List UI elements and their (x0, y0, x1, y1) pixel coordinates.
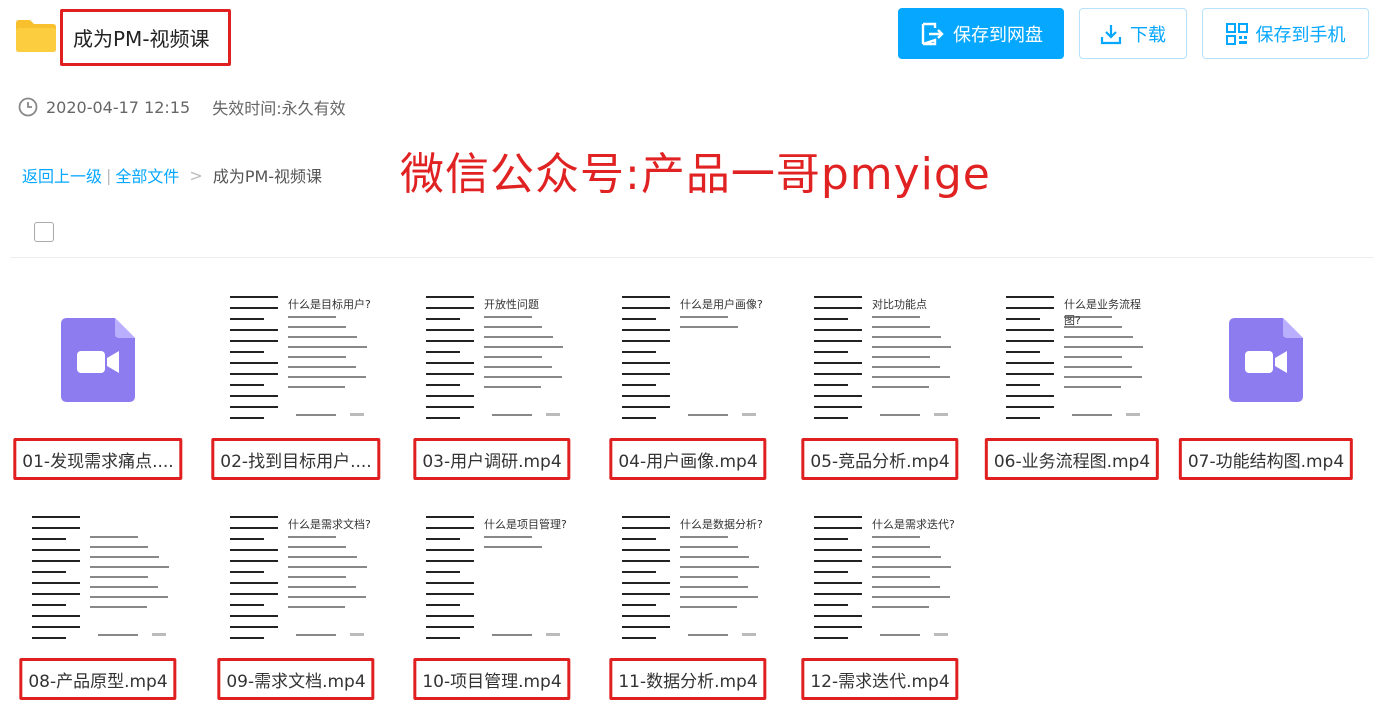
thumbnail-title: 什么是需求迭代? (872, 518, 955, 531)
breadcrumb-arrow: > (189, 165, 203, 185)
file-item[interactable]: 什么是需求文档? 09-需求文档.mp4 (206, 510, 386, 702)
select-all-checkbox[interactable] (34, 222, 54, 242)
file-item[interactable]: 开放性问题 03-用户调研.mp4 (402, 290, 582, 482)
file-name[interactable]: 01-发现需求痛点.... (13, 438, 183, 480)
clock-icon (18, 97, 38, 117)
file-item[interactable]: 什么是用户画像? 04-用户画像.mp4 (598, 290, 778, 482)
breadcrumb-current: 成为PM-视频课 (212, 167, 323, 186)
file-name[interactable]: 08-产品原型.mp4 (19, 658, 177, 700)
expiry-value: 永久有效 (281, 99, 346, 118)
save-to-netdisk-label: 保存到网盘 (953, 24, 1043, 46)
file-name[interactable]: 10-项目管理.mp4 (413, 658, 571, 700)
file-name[interactable]: 07-功能结构图.mp4 (1178, 438, 1354, 480)
video-thumbnail: 开放性问题 (412, 290, 572, 430)
expiry-label: 失效时间: (212, 99, 282, 118)
thumbnail-title: 什么是项目管理? (484, 518, 567, 531)
breadcrumb-separator: | (106, 165, 112, 185)
video-thumbnail: 什么是业务流程图? (992, 290, 1152, 430)
file-item[interactable]: 什么是业务流程图? 06-业务流程图.mp4 (982, 290, 1162, 482)
thumbnail-title: 什么是目标用户? (288, 298, 371, 311)
file-name[interactable]: 09-需求文档.mp4 (217, 658, 375, 700)
breadcrumb: 返回上一级 | 全部文件 > 成为PM-视频课 (22, 163, 322, 187)
thumbnail-title: 什么是数据分析? (680, 518, 763, 531)
file-name[interactable]: 03-用户调研.mp4 (413, 438, 571, 480)
folder-title: 成为PM-视频课 (60, 9, 231, 66)
file-name[interactable]: 02-找到目标用户.... (211, 438, 381, 480)
file-item[interactable]: 什么是数据分析? 11-数据分析.mp4 (598, 510, 778, 702)
file-name[interactable]: 12-需求迭代.mp4 (801, 658, 959, 700)
back-link[interactable]: 返回上一级 (22, 163, 102, 187)
video-thumbnail: 什么是需求文档? (216, 510, 376, 650)
video-thumbnail: 什么是用户画像? (608, 290, 768, 430)
save-to-phone-button[interactable]: 保存到手机 (1202, 8, 1369, 59)
wechat-watermark: 微信公众号:产品一哥pmyige (400, 149, 991, 200)
video-thumbnail (18, 510, 178, 650)
file-item[interactable]: 什么是需求迭代? 12-需求迭代.mp4 (790, 510, 970, 702)
file-name[interactable]: 04-用户画像.mp4 (609, 438, 767, 480)
save-to-netdisk-button[interactable]: 保存到网盘 (898, 8, 1064, 59)
video-thumbnail: 什么是数据分析? (608, 510, 768, 650)
video-thumbnail: 对比功能点 (800, 290, 960, 430)
share-meta: 2020-04-17 12:15 失效时间: 永久有效 (18, 95, 346, 119)
thumbnail-title: 什么是用户画像? (680, 298, 763, 311)
video-file-icon (18, 290, 178, 430)
share-date: 2020-04-17 12:15 (46, 97, 191, 117)
file-item[interactable]: 什么是项目管理? 10-项目管理.mp4 (402, 510, 582, 702)
thumbnail-title: 开放性问题 (484, 298, 539, 311)
file-name[interactable]: 11-数据分析.mp4 (609, 658, 767, 700)
video-thumbnail: 什么是目标用户? (216, 290, 376, 430)
video-thumbnail: 什么是需求迭代? (800, 510, 960, 650)
file-item[interactable]: 对比功能点 05-竞品分析.mp4 (790, 290, 970, 482)
thumbnail-title: 对比功能点 (872, 298, 927, 311)
thumbnail-title: 什么是需求文档? (288, 518, 371, 531)
folder-icon (16, 20, 56, 52)
file-item[interactable]: 什么是目标用户? 02-找到目标用户.... (206, 290, 386, 482)
download-icon (1100, 24, 1122, 44)
download-label: 下载 (1130, 24, 1166, 46)
file-item[interactable]: 08-产品原型.mp4 (8, 510, 188, 702)
video-file-icon (1186, 290, 1346, 430)
divider (10, 257, 1374, 258)
save-to-netdisk-icon (921, 22, 944, 45)
file-name[interactable]: 06-业务流程图.mp4 (984, 438, 1160, 480)
qrcode-icon (1225, 22, 1248, 45)
save-to-phone-label: 保存到手机 (1255, 24, 1346, 46)
file-name[interactable]: 05-竞品分析.mp4 (801, 438, 959, 480)
file-item[interactable]: 01-发现需求痛点.... (8, 290, 188, 482)
download-button[interactable]: 下载 (1079, 8, 1187, 59)
video-thumbnail: 什么是项目管理? (412, 510, 572, 650)
file-item[interactable]: 07-功能结构图.mp4 (1176, 290, 1356, 482)
all-files-link[interactable]: 全部文件 (115, 163, 179, 187)
